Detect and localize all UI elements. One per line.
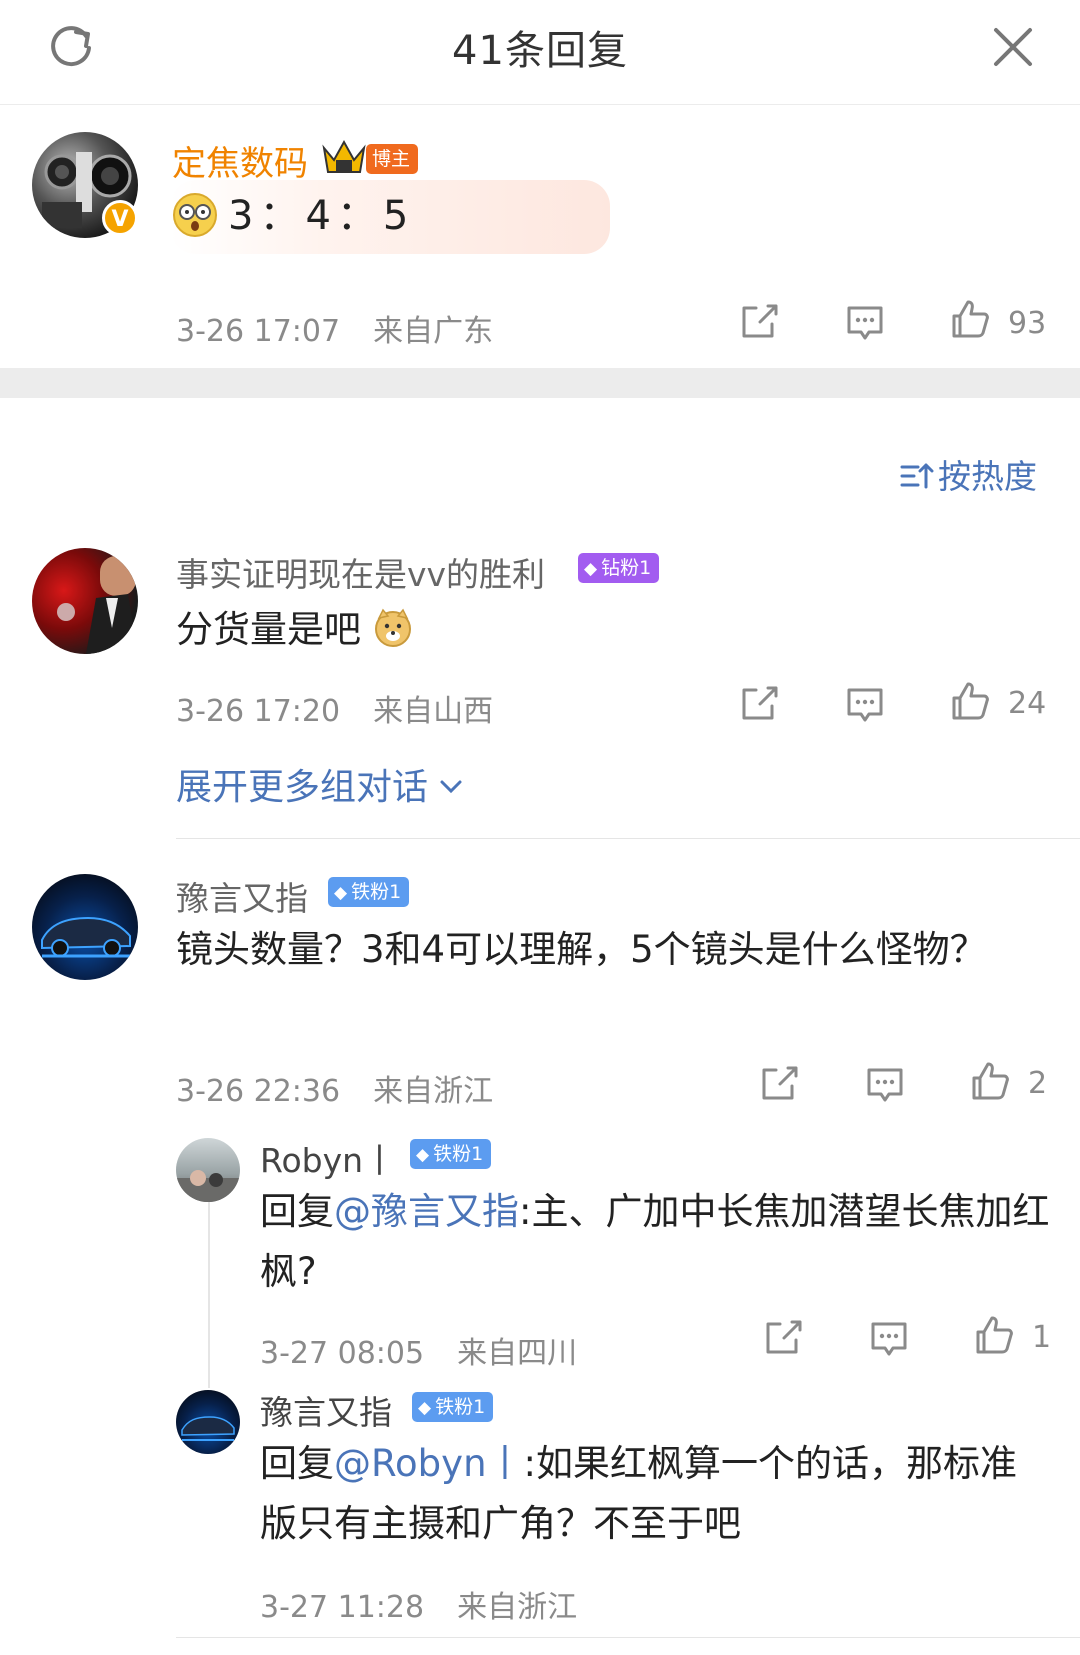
like-count: 24 <box>1008 686 1047 721</box>
comment-meta: 3-26 17:07 来自广东 <box>176 306 493 350</box>
fan-badge: ◆ 铁粉1 <box>328 877 410 907</box>
comment-time: 3-27 11:28 <box>260 1590 425 1625</box>
page-title: 41条回复 <box>452 28 628 74</box>
comment-icon[interactable] <box>863 1062 907 1106</box>
diamond-icon: ◆ <box>334 883 348 903</box>
mention-link[interactable]: @Robyn丨 <box>334 1442 524 1485</box>
comment-text: 3：4：5 <box>228 193 415 239</box>
mention-link[interactable]: @豫言又指 <box>334 1190 519 1233</box>
comment-time: 3-27 08:05 <box>260 1336 425 1371</box>
chevron-down-icon <box>440 780 462 794</box>
diamond-icon: ◆ <box>584 559 598 579</box>
like-count: 2 <box>1028 1066 1048 1101</box>
fan-badge: ◆ 钻粉1 <box>578 553 660 583</box>
sort-label: 按热度 <box>938 457 1037 496</box>
like-count: 1 <box>1032 1320 1052 1355</box>
section-separator <box>0 368 1080 398</box>
share-icon[interactable] <box>762 1316 806 1360</box>
diamond-icon: ◆ <box>418 1398 432 1418</box>
comment-location: 来自山西 <box>373 694 494 729</box>
share-icon[interactable] <box>738 682 782 726</box>
comment-meta: 3-26 17:20 来自山西 <box>176 686 493 730</box>
comment-location: 来自浙江 <box>373 1074 494 1109</box>
avatar[interactable] <box>32 548 138 654</box>
comment-icon[interactable] <box>843 300 887 344</box>
sort-icon <box>900 463 934 489</box>
doge-emoji-icon <box>374 608 411 647</box>
comment-location: 来自四川 <box>457 1336 578 1371</box>
comment-meta: 3-27 11:28 来自浙江 <box>260 1582 577 1626</box>
like-count: 93 <box>1008 306 1047 341</box>
author-name[interactable]: 豫言又指 <box>176 872 308 920</box>
car-image <box>41 916 131 958</box>
avatar[interactable] <box>176 1390 240 1454</box>
like-icon[interactable] <box>948 298 992 342</box>
comment-icon[interactable] <box>867 1316 911 1360</box>
close-icon[interactable] <box>990 24 1036 70</box>
reply-text: 回复@豫言又指:主、广加中长焦加潜望长焦加红枫? <box>260 1190 1050 1293</box>
share-icon[interactable] <box>758 1062 802 1106</box>
comment-location: 来自浙江 <box>457 1590 578 1625</box>
shocked-emoji-icon <box>173 193 217 237</box>
avatar[interactable] <box>32 874 138 980</box>
comment-icon[interactable] <box>843 682 887 726</box>
comment-time: 3-26 17:07 <box>176 314 341 349</box>
divider <box>176 1637 1080 1638</box>
author-name[interactable]: 事实证明现在是vv的胜利 <box>176 548 545 596</box>
verified-badge-icon: V <box>102 200 138 236</box>
comment-time: 3-26 17:20 <box>176 694 341 729</box>
comment-meta: 3-27 08:05 来自四川 <box>260 1328 577 1372</box>
car-image <box>181 1416 235 1441</box>
expand-more-button[interactable]: 展开更多组对话 <box>176 758 463 810</box>
author-name[interactable]: 豫言又指 <box>260 1386 392 1434</box>
header: 41条回复 <box>0 0 1080 105</box>
crown-icon <box>322 139 366 173</box>
action-bar-faded <box>760 1570 1080 1630</box>
author-name[interactable]: Robyn丨 <box>260 1134 396 1182</box>
author-name[interactable]: 定焦数码 <box>172 136 308 185</box>
like-icon[interactable] <box>948 680 992 724</box>
comment-location: 来自广东 <box>373 314 494 349</box>
fan-badge: ◆ 铁粉1 <box>412 1392 494 1422</box>
comment-text: 分货量是吧 <box>176 600 413 660</box>
like-icon[interactable] <box>968 1060 1012 1104</box>
diamond-icon: ◆ <box>416 1145 430 1165</box>
photo-image <box>176 1170 240 1202</box>
divider <box>176 838 1080 839</box>
person-image <box>57 556 138 654</box>
comment-time: 3-26 22:36 <box>176 1074 341 1109</box>
reply-text: 回复@Robyn丨:如果红枫算一个的话，那标准版只有主摄和广角？不至于吧 <box>260 1442 1017 1545</box>
avatar[interactable] <box>176 1138 240 1202</box>
sort-button[interactable]: 按热度 <box>900 450 1037 498</box>
share-icon[interactable] <box>738 300 782 344</box>
fan-badge: ◆ 铁粉1 <box>410 1139 492 1169</box>
comment-text: 镜头数量？3和4可以理解，5个镜头是什么怪物？ <box>176 928 987 971</box>
like-icon[interactable] <box>972 1314 1016 1358</box>
comment-meta: 3-26 22:36 来自浙江 <box>176 1066 493 1110</box>
blogger-badge: 博主 <box>366 144 419 174</box>
